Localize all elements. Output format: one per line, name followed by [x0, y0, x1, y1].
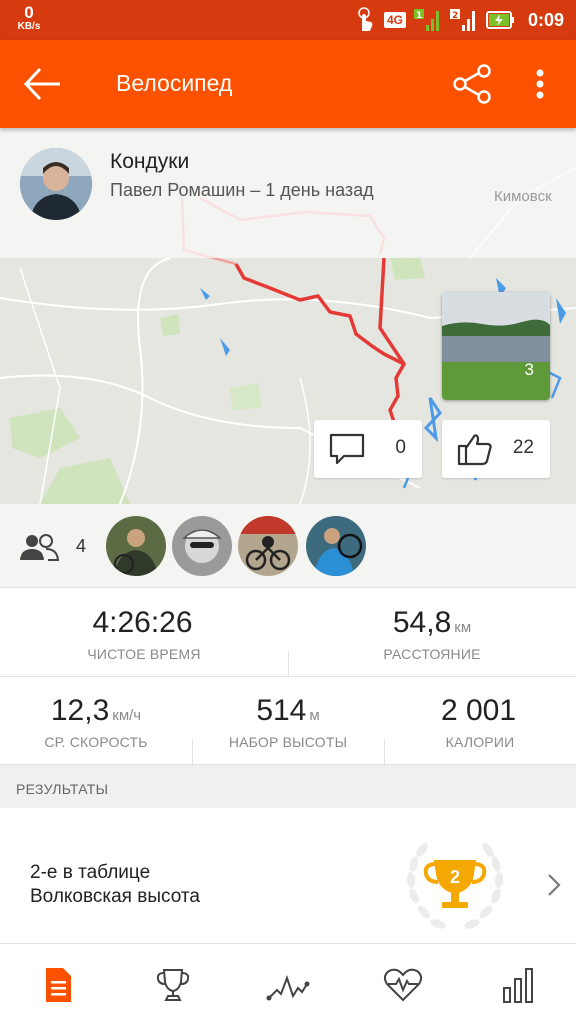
- athlete-avatar[interactable]: [238, 516, 298, 576]
- stat-avg-speed: 12,3 км/ч СР. СКОРОСТЬ: [0, 694, 192, 751]
- net-speed: 0 KB/s: [14, 4, 44, 32]
- athletes-count: 4: [76, 536, 87, 556]
- stat-distance: 54,8 км РАССТОЯНИЕ: [288, 606, 576, 663]
- elevation-value: 514: [256, 694, 307, 727]
- distance-value: 54,8: [392, 606, 452, 639]
- stat-elevation: 514 м НАБОР ВЫСОТЫ: [192, 694, 384, 751]
- net-speed-unit: KB/s: [17, 21, 41, 32]
- divider: [384, 738, 385, 764]
- stat-moving-time: 4:26:26 ЧИСТОЕ ВРЕМЯ: [0, 606, 288, 663]
- chevron-right-icon[interactable]: [546, 872, 562, 898]
- arrow-left-icon[interactable]: [20, 64, 64, 104]
- overview-icon[interactable]: [35, 962, 81, 1008]
- comment-icon: [329, 433, 365, 465]
- sim2-label: 2: [452, 11, 458, 21]
- status-bar: 0 KB/s 4G 1 2 0:09: [0, 0, 576, 40]
- share-icon[interactable]: [448, 62, 496, 106]
- athlete-avatar[interactable]: [172, 516, 232, 576]
- activity-name: Кондуки: [110, 150, 190, 173]
- signal-sim1-icon: 1: [413, 9, 439, 31]
- moving-time-value: 4:26:26: [92, 606, 193, 639]
- calories-label: КАЛОРИИ: [445, 734, 515, 750]
- athlete-avatar[interactable]: [106, 516, 166, 576]
- bottom-nav: [0, 944, 576, 1024]
- athlete-avatar[interactable]: [20, 148, 92, 220]
- group-athletes-row[interactable]: 4: [0, 504, 576, 588]
- map-place-label: Кимовск: [494, 188, 552, 205]
- stats-icon[interactable]: [495, 962, 541, 1008]
- network-type: 4G: [383, 12, 406, 28]
- avg-speed-value: 12,3: [50, 694, 110, 727]
- heart-rate-icon[interactable]: [380, 962, 426, 1008]
- trophy-rank: 2: [450, 867, 460, 887]
- group-icon: [20, 534, 60, 561]
- app-bar: Велосипед: [0, 40, 576, 128]
- segment-result-row[interactable]: 2-е в таблице Волковская высота 2: [0, 808, 576, 944]
- touch-icon: [358, 7, 373, 31]
- activity-photo[interactable]: 3: [442, 292, 550, 400]
- analysis-icon[interactable]: [265, 962, 311, 1008]
- results-header: РЕЗУЛЬТАТЫ: [0, 764, 576, 808]
- signal-sim2-icon: 2: [449, 9, 475, 31]
- trophy-badge-icon: 2: [406, 843, 504, 929]
- net-speed-value: 0: [24, 3, 34, 22]
- page-title: Велосипед: [116, 70, 233, 96]
- more-vertical-icon[interactable]: [524, 64, 556, 104]
- distance-unit: км: [454, 619, 472, 636]
- calories-value: 2 001: [440, 694, 517, 727]
- photo-count: 3: [524, 360, 534, 379]
- avg-speed-unit: км/ч: [112, 707, 142, 724]
- battery-charging-icon: [485, 11, 514, 29]
- moving-time-label: ЧИСТОЕ ВРЕМЯ: [87, 646, 201, 662]
- activity-meta: Павел Ромашин – 1 день назад: [110, 180, 374, 200]
- thumbs-up-icon: [457, 434, 492, 466]
- trophy-icon[interactable]: [150, 962, 196, 1008]
- divider: [288, 650, 289, 676]
- stat-calories: 2 001 КАЛОРИИ: [384, 694, 576, 751]
- svg-text:1: 1: [416, 11, 422, 21]
- activity-header[interactable]: Кондуки Павел Ромашин – 1 день назад Ким…: [0, 128, 576, 258]
- status-icons: 4G 1 2 0:09: [354, 0, 564, 40]
- stats-panel: 4:26:26 ЧИСТОЕ ВРЕМЯ 54,8 км РАССТОЯНИЕ 1…: [0, 588, 576, 764]
- kudos-count: 22: [512, 437, 534, 458]
- comments-button[interactable]: 0: [314, 420, 422, 478]
- activity-map[interactable]: Кондуки Павел Ромашин – 1 день назад Ким…: [0, 128, 576, 504]
- divider: [0, 676, 576, 677]
- comments-count: 0: [395, 437, 406, 458]
- clock: 0:09: [527, 9, 564, 30]
- divider: [192, 738, 193, 764]
- result-rank-text: 2-е в таблице: [30, 862, 151, 883]
- avg-speed-label: СР. СКОРОСТЬ: [44, 734, 148, 750]
- kudos-button[interactable]: 22: [442, 420, 550, 478]
- results-header-label: РЕЗУЛЬТАТЫ: [16, 781, 109, 797]
- result-segment-name: Волковская высота: [30, 886, 200, 907]
- distance-label: РАССТОЯНИЕ: [383, 646, 481, 662]
- elevation-label: НАБОР ВЫСОТЫ: [228, 734, 348, 750]
- elevation-unit: м: [309, 707, 320, 724]
- athlete-avatar[interactable]: [306, 516, 366, 576]
